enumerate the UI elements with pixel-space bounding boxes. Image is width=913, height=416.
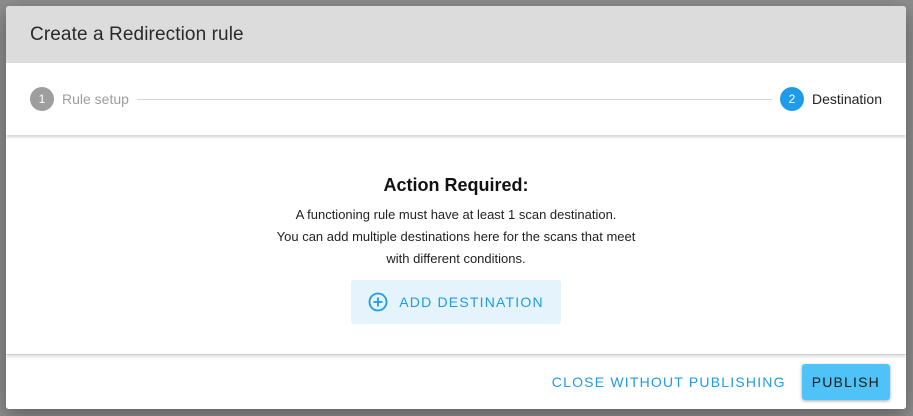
publish-button[interactable]: PUBLISH [801, 364, 890, 400]
step-number-badge: 1 [30, 87, 54, 111]
step-destination[interactable]: 2 Destination [779, 87, 882, 111]
dialog-footer: CLOSE WITHOUT PUBLISHING PUBLISH [6, 355, 906, 409]
step-connector [136, 98, 772, 100]
dialog-title: Create a Redirection rule [30, 23, 244, 45]
stepper: 1 Rule setup 2 Destination [6, 63, 906, 135]
dialog-body: Action Required: A functioning rule must… [6, 135, 906, 355]
step-label: Destination [811, 91, 882, 107]
body-text-line: with different conditions. [386, 251, 526, 266]
dialog-header: Create a Redirection rule [6, 6, 906, 63]
close-without-publishing-button[interactable]: CLOSE WITHOUT PUBLISHING [552, 374, 786, 390]
create-redirection-rule-dialog: Create a Redirection rule 1 Rule setup 2… [6, 6, 906, 409]
step-rule-setup[interactable]: 1 Rule setup [30, 87, 129, 111]
add-destination-button[interactable]: ADD DESTINATION [351, 280, 561, 324]
add-destination-label: ADD DESTINATION [399, 294, 544, 310]
plus-circle-icon [368, 292, 388, 312]
step-label: Rule setup [62, 91, 129, 107]
action-required-heading: Action Required: [383, 175, 529, 195]
body-text-line: You can add multiple destinations here f… [276, 229, 636, 244]
step-number-badge: 2 [779, 87, 804, 111]
body-text-line: A functioning rule must have at least 1 … [295, 207, 617, 222]
